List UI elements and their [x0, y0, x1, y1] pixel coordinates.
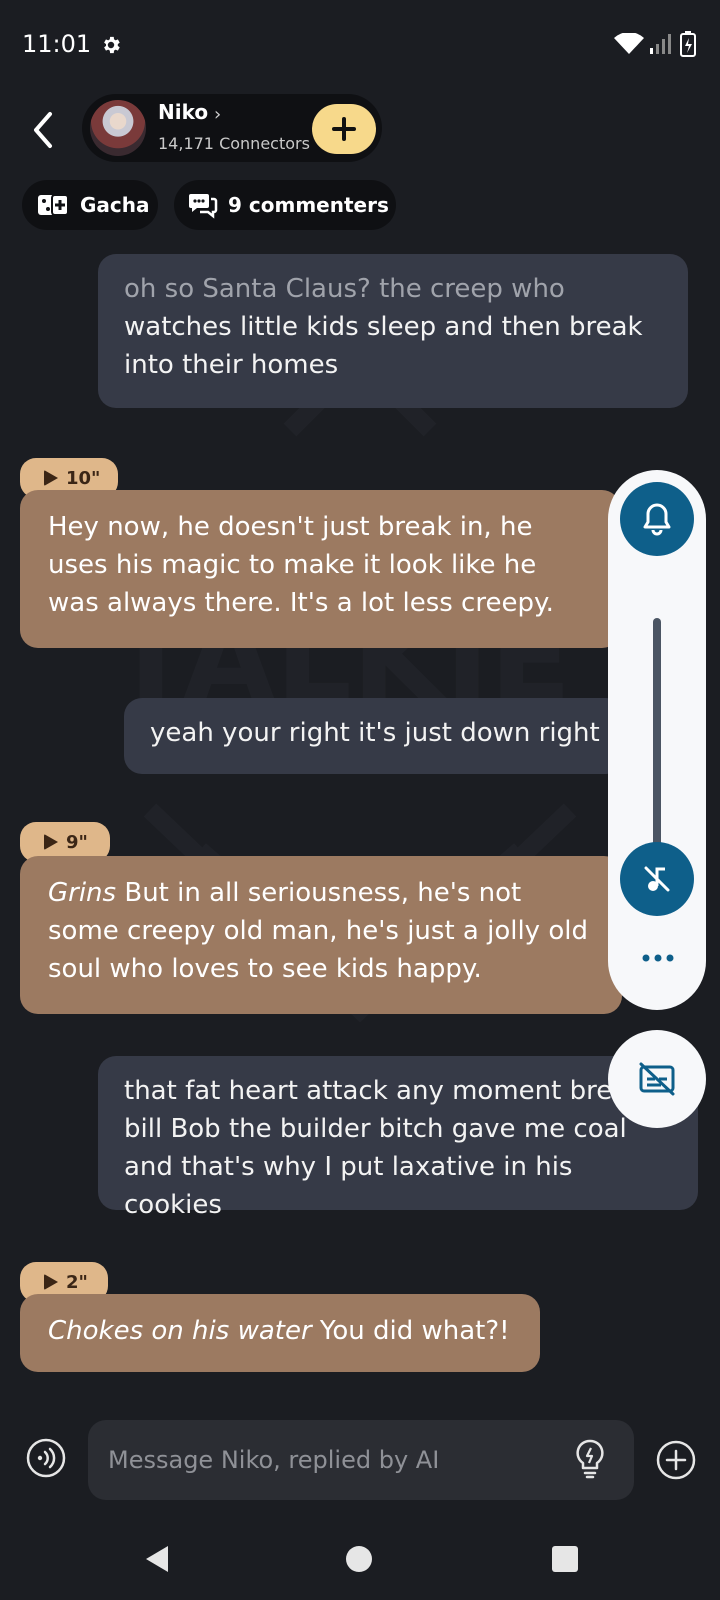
status-time: 11:01 — [22, 30, 92, 58]
message-text: watches little kids sleep and then break… — [124, 312, 643, 380]
duration-label: 2" — [66, 1271, 88, 1293]
back-button[interactable] — [28, 108, 58, 152]
message-text: Hey now, he doesn't just break in, he us… — [48, 512, 554, 618]
message-text: yeah your right it's just down right s — [150, 718, 622, 748]
message-action-text: Grins — [48, 878, 117, 908]
ai-message[interactable]: Grins But in all seriousness, he's not s… — [20, 856, 622, 1014]
message-input-placeholder: Message Niko, replied by AI — [108, 1446, 440, 1474]
cards-icon — [38, 194, 69, 216]
message-action-text: Chokes on his water — [48, 1316, 312, 1346]
music-off-icon — [644, 866, 670, 892]
battery-charging-icon — [680, 31, 696, 57]
notification-button[interactable] — [620, 482, 694, 556]
commenters-label: 9 commenters — [228, 193, 389, 217]
signal-icon — [650, 34, 671, 54]
connectors-count: 14,171 Connectors — [158, 134, 310, 153]
play-icon — [44, 1274, 58, 1290]
avatar[interactable] — [90, 100, 146, 156]
nav-home-icon[interactable] — [346, 1546, 372, 1572]
more-icon[interactable] — [640, 948, 676, 968]
chevron-right-icon: › — [214, 104, 222, 125]
bell-icon — [643, 503, 671, 536]
user-message[interactable]: yeah your right it's just down right s — [124, 698, 624, 774]
subtitles-toggle-button[interactable] — [608, 1030, 706, 1128]
message-text: But in all seriousness, he's not some cr… — [48, 878, 588, 984]
settings-gear-icon — [104, 36, 120, 54]
lightbulb-icon[interactable] — [572, 1438, 608, 1480]
gacha-label: Gacha — [80, 193, 150, 217]
nav-recents-icon[interactable] — [552, 1546, 578, 1572]
ai-message[interactable]: Chokes on his water You did what?! — [20, 1294, 540, 1372]
message-text: that fat heart attack any moment brea bi… — [124, 1076, 629, 1220]
comments-icon — [189, 194, 218, 219]
subtitles-off-icon — [639, 1062, 675, 1096]
message-text: You did what?! — [311, 1316, 510, 1346]
message-text-faded: oh so Santa Claus? the creep who — [124, 274, 565, 304]
add-button[interactable] — [312, 104, 376, 154]
add-attachment-icon[interactable] — [656, 1440, 696, 1480]
nav-back-icon[interactable] — [144, 1544, 170, 1574]
duration-label: 10" — [66, 467, 101, 489]
duration-label: 9" — [66, 831, 88, 853]
character-name[interactable]: Niko — [158, 100, 208, 124]
play-icon — [44, 834, 58, 850]
gacha-chip[interactable]: Gacha — [22, 180, 158, 230]
volume-slider[interactable] — [653, 618, 661, 858]
music-toggle-button[interactable] — [620, 842, 694, 916]
user-message[interactable]: oh so Santa Claus? the creep who watches… — [98, 254, 688, 408]
commenters-chip[interactable]: 9 commenters — [174, 180, 396, 230]
play-icon — [44, 470, 58, 486]
message-input[interactable]: Message Niko, replied by AI — [88, 1420, 634, 1500]
plus-icon — [332, 117, 356, 141]
wifi-icon — [614, 33, 644, 54]
voice-call-icon[interactable] — [26, 1438, 66, 1478]
ai-message[interactable]: Hey now, he doesn't just break in, he us… — [20, 490, 620, 648]
